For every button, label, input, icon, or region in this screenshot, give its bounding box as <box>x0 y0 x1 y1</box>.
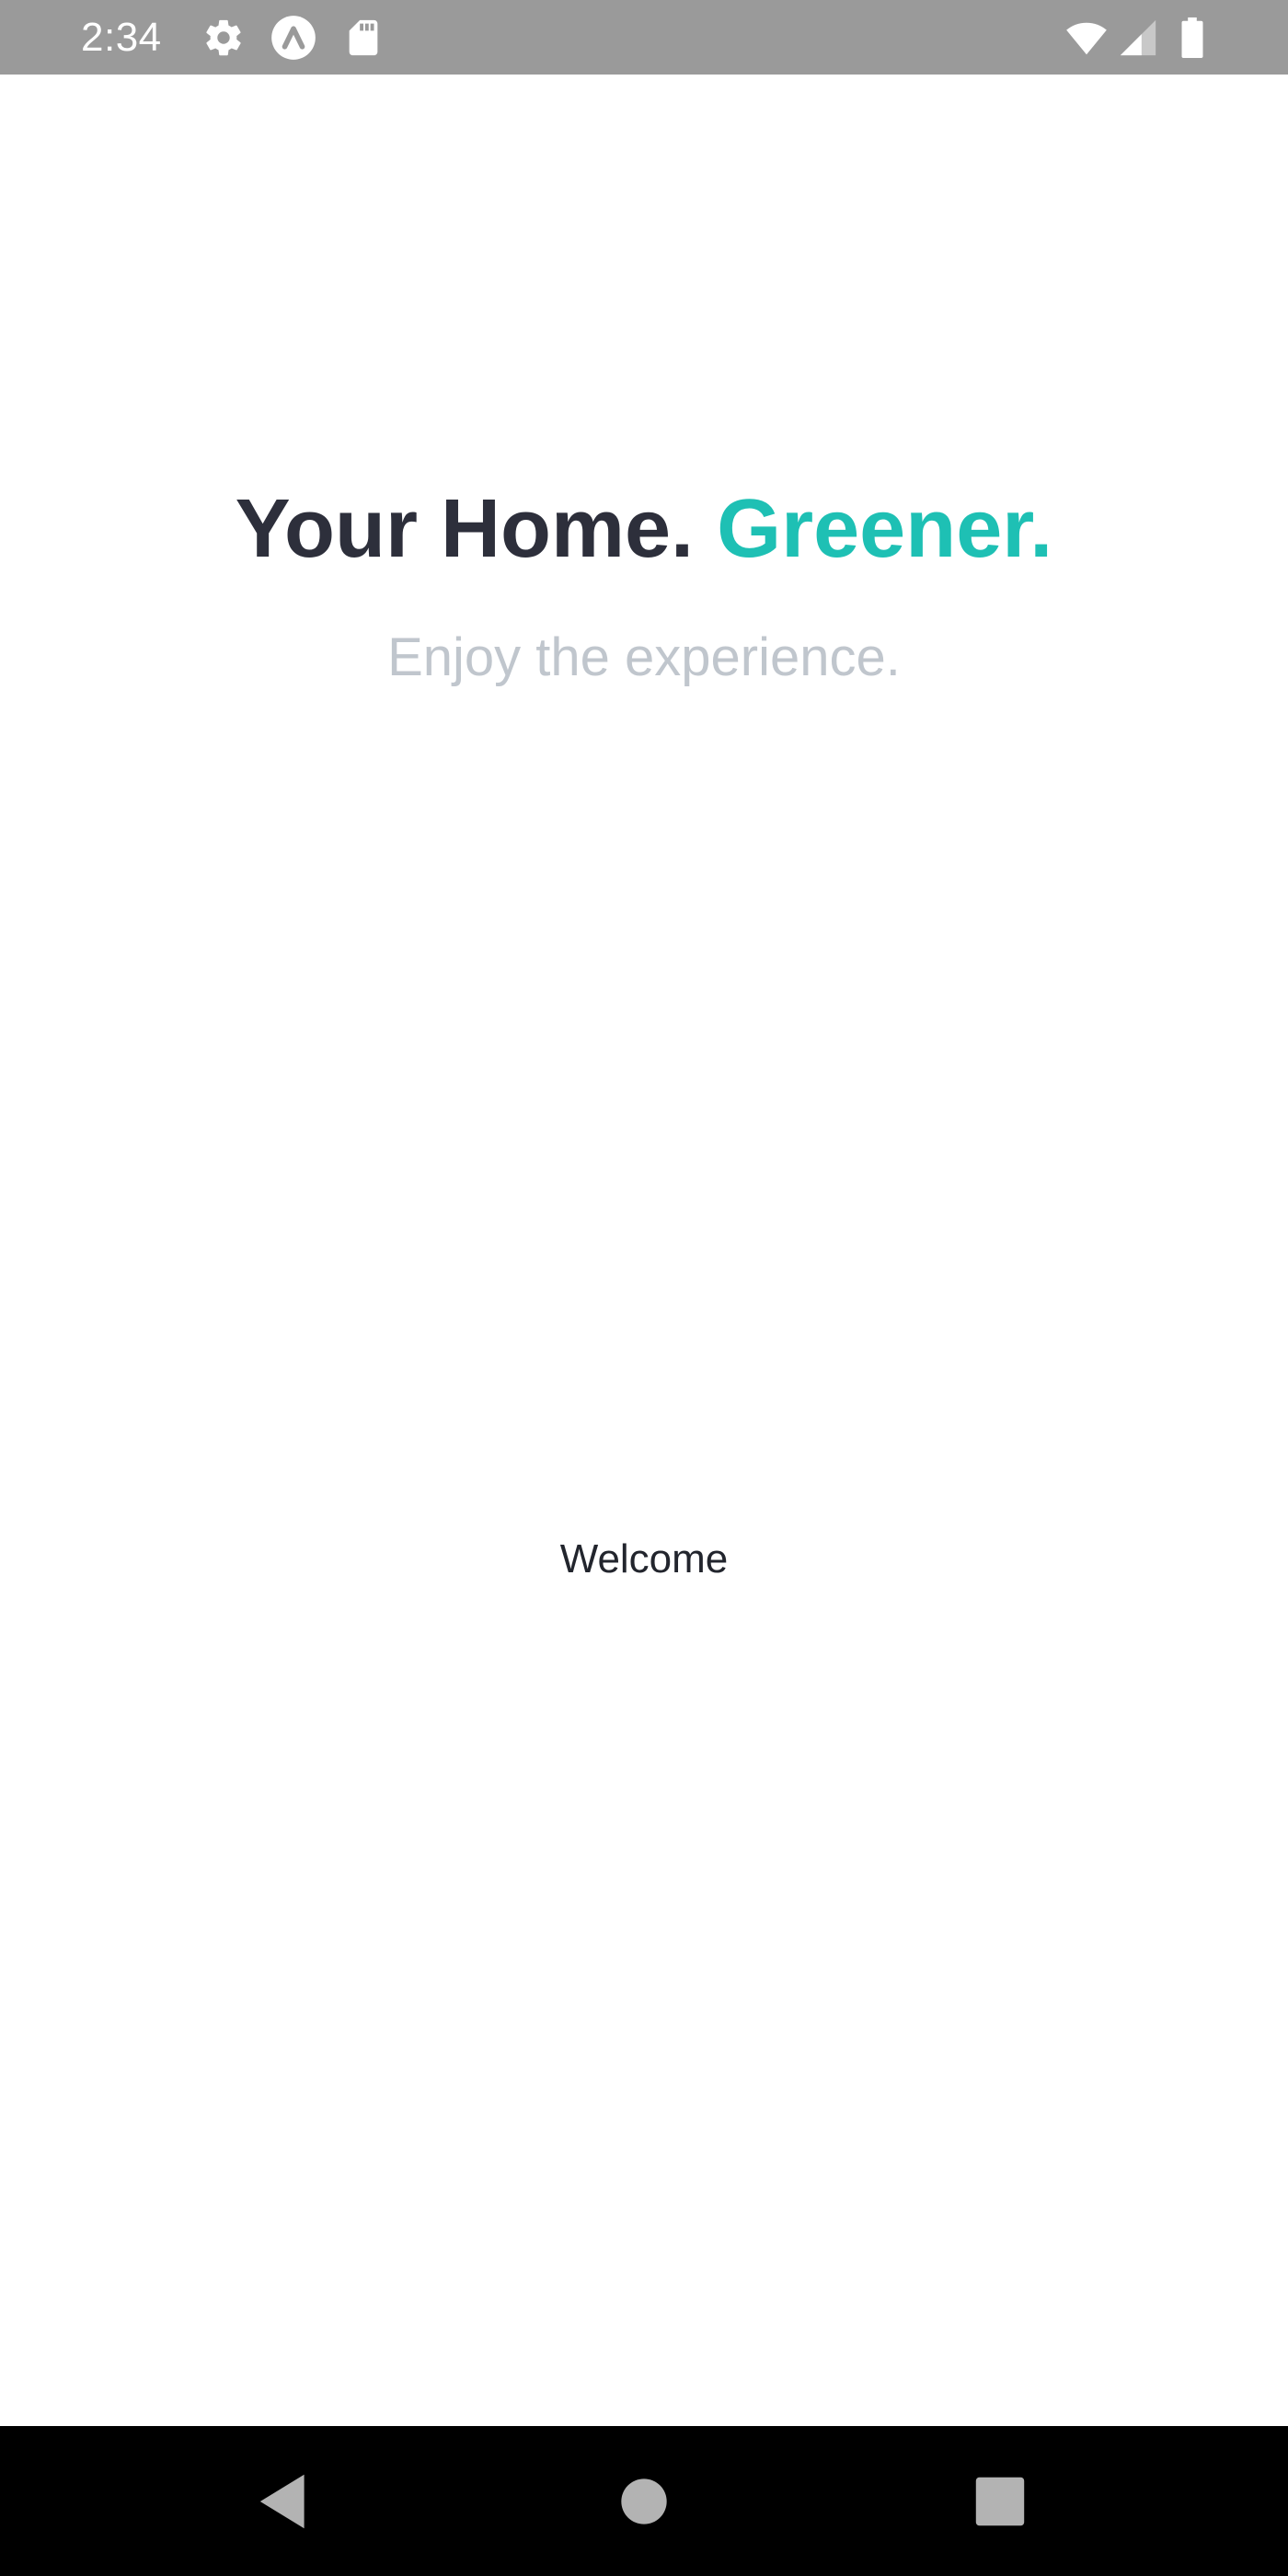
gear-icon <box>202 17 245 59</box>
status-time: 2:34 <box>81 15 162 60</box>
status-bar: 2:34 <box>0 0 1288 75</box>
battery-icon <box>1178 17 1207 59</box>
app-logo-icon <box>270 14 317 62</box>
app-screen: 2:34 Your Home. Greener. Enjoy the exper… <box>0 0 1288 2576</box>
sd-card-icon <box>342 17 385 59</box>
back-icon[interactable] <box>250 2467 318 2536</box>
cell-signal-icon <box>1117 17 1159 59</box>
wifi-icon <box>1064 17 1110 59</box>
system-nav-bar <box>0 2426 1288 2576</box>
welcome-text: Welcome <box>559 1536 729 1581</box>
hero-title: Your Home. Greener. <box>0 478 1288 580</box>
hero-subtitle: Enjoy the experience. <box>387 627 901 687</box>
hero-title-accent: Greener. <box>717 483 1053 575</box>
home-icon[interactable] <box>610 2467 678 2536</box>
recents-icon[interactable] <box>966 2467 1034 2536</box>
hero-title-main: Your Home. <box>235 483 695 575</box>
